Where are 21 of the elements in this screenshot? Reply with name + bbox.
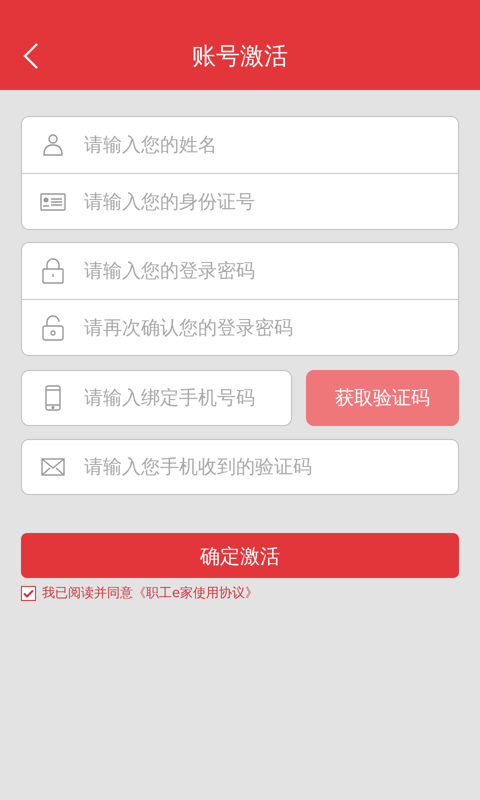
person-icon — [41, 133, 65, 157]
input-field[interactable]: 请再次确认您的登录密码 — [84, 300, 458, 355]
activate-button[interactable]: 确定激活 — [21, 533, 459, 578]
back-icon — [22, 42, 40, 70]
lock-icon — [42, 258, 64, 284]
phone-field[interactable]: 请输入绑定手机号码 — [21, 370, 292, 426]
input-field[interactable]: 请输入您手机收到的验证码 — [84, 440, 458, 494]
text-field[interactable]: 请输入您的身份证号 — [22, 173, 458, 229]
mail-icon — [41, 458, 65, 476]
get-code-button[interactable]: 获取验证码 — [306, 370, 459, 426]
phone-icon — [45, 385, 61, 411]
agreement-text: 我已阅读并同意《职工e家使用协议》 — [42, 585, 258, 603]
code-field[interactable]: 请输入您手机收到的验证码 — [21, 439, 459, 495]
id-card-icon — [40, 192, 66, 210]
text-field[interactable]: 请再次确认您的登录密码 — [22, 299, 458, 355]
input-field[interactable]: 请输入您的身份证号 — [84, 174, 458, 229]
agreement-checkbox[interactable] — [21, 586, 36, 602]
unlocked-lock-icon — [42, 314, 64, 340]
check-icon — [23, 589, 34, 598]
input-field[interactable]: 请输入绑定手机号码 — [84, 371, 291, 425]
page-title: 账号激活 — [192, 41, 288, 72]
